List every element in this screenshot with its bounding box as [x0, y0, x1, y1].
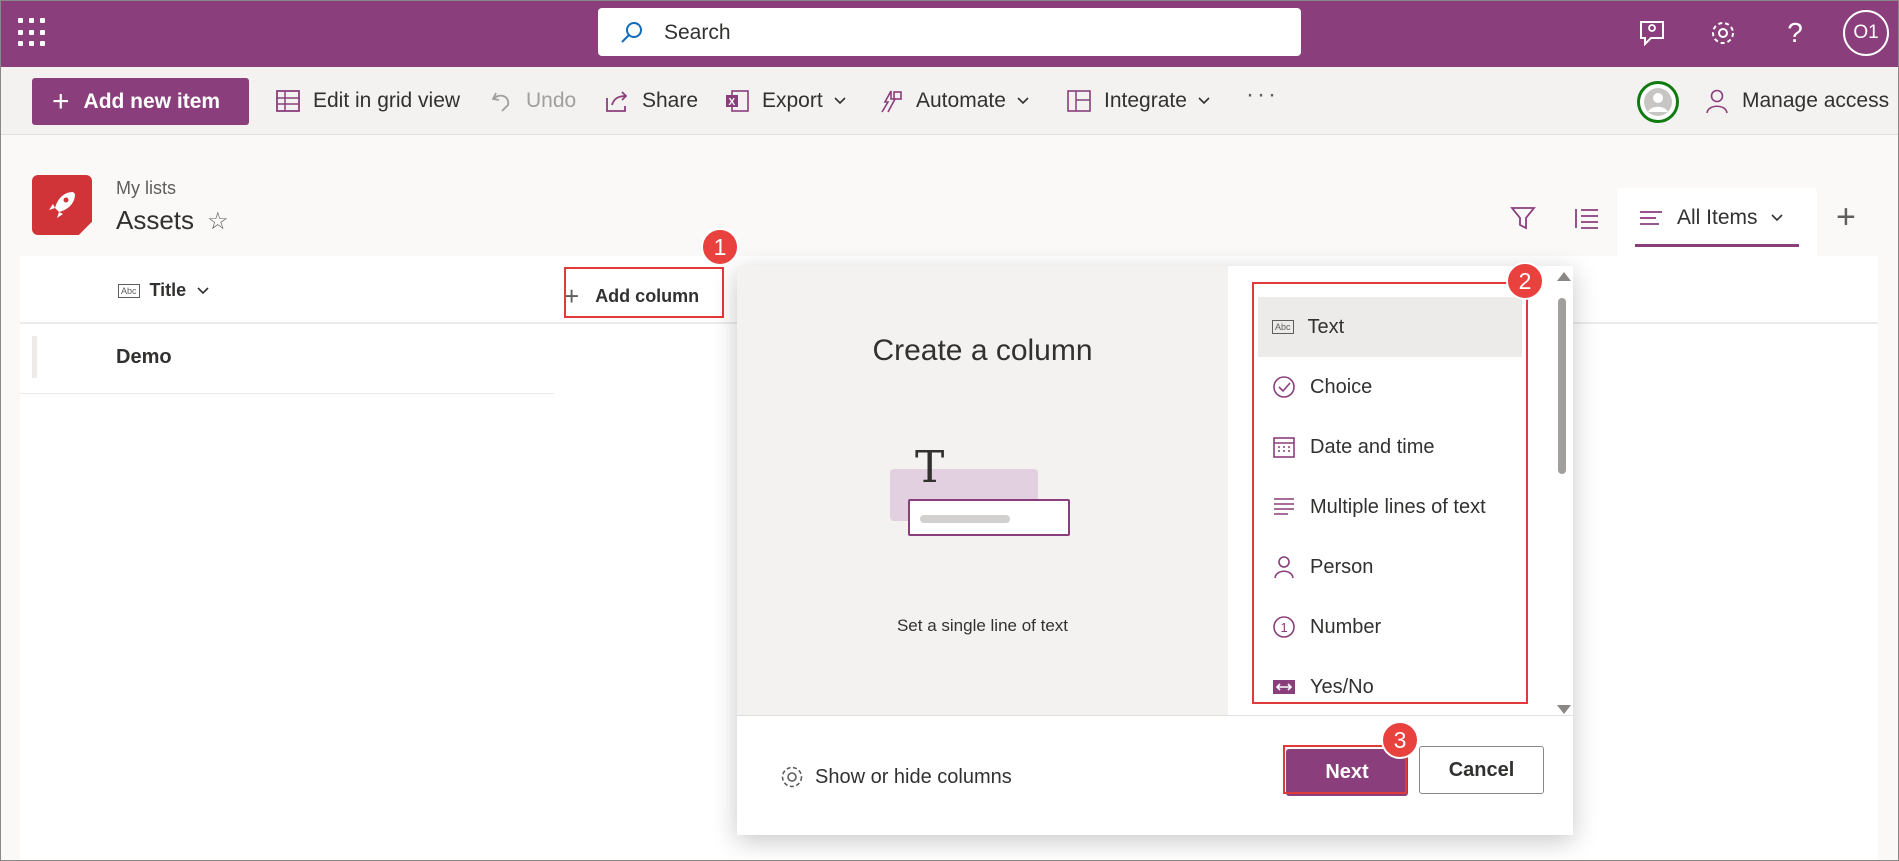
suite-bar: Search ? O1	[0, 0, 1899, 67]
gear-icon	[781, 766, 803, 788]
person-outline-icon	[1706, 89, 1728, 114]
edit-grid-label: Edit in grid view	[313, 89, 461, 112]
export-label: Export	[762, 89, 823, 112]
list-rocket-icon	[32, 175, 92, 235]
cancel-button[interactable]: Cancel	[1419, 746, 1544, 794]
step-badge-2: 2	[1506, 262, 1544, 300]
view-options-icon[interactable]	[1572, 204, 1600, 232]
type-description: Set a single line of text	[896, 616, 1069, 635]
excel-icon: X	[726, 90, 749, 112]
chevron-down-icon	[1770, 214, 1783, 222]
show-hide-label: Show or hide columns	[815, 765, 1012, 788]
chevron-down-icon	[1017, 97, 1029, 105]
integrate-button[interactable]: Integrate	[1066, 85, 1223, 117]
share-label: Share	[642, 89, 699, 112]
chevron-down-icon	[834, 97, 846, 105]
page-title: Assets	[116, 205, 195, 235]
list-view-icon	[1640, 211, 1662, 225]
user-presence-avatar[interactable]	[1637, 81, 1679, 123]
step-badge-3: 3	[1381, 721, 1419, 759]
account-avatar[interactable]: O1	[1843, 10, 1889, 56]
feedback-icon[interactable]	[1634, 15, 1670, 51]
row-selection-bar[interactable]	[32, 336, 37, 378]
automate-button[interactable]: Automate	[878, 85, 1042, 117]
illustration-textbox	[908, 499, 1070, 536]
add-view-icon[interactable]: +	[1836, 200, 1856, 234]
favorite-star-icon[interactable]: ☆	[207, 207, 229, 236]
filter-icon[interactable]	[1509, 204, 1537, 232]
panel-title: Create a column	[872, 334, 1093, 367]
undo-icon	[491, 92, 510, 112]
active-tab-indicator	[1635, 244, 1799, 247]
share-button[interactable]: Share	[604, 85, 698, 117]
highlight-add-column	[564, 267, 724, 318]
title-column-header[interactable]: Abc Title	[118, 280, 210, 301]
highlight-column-types	[1252, 282, 1528, 704]
manage-access-label: Manage access	[1742, 89, 1890, 112]
undo-button[interactable]: Undo	[490, 85, 576, 117]
app-launcher-icon[interactable]	[18, 18, 48, 48]
tab-all-items[interactable]: All Items	[1617, 188, 1817, 256]
table-row[interactable]: Demo	[20, 324, 554, 394]
integrate-label: Integrate	[1104, 89, 1187, 112]
panel-footer: Show or hide columns Next Cancel	[737, 715, 1573, 835]
title-column-label: Title	[149, 280, 187, 300]
share-icon	[606, 91, 628, 112]
row-title: Demo	[116, 346, 172, 368]
undo-label: Undo	[526, 89, 577, 112]
grid-icon	[276, 90, 300, 112]
settings-icon[interactable]	[1705, 15, 1741, 51]
scroll-up-arrow-icon[interactable]	[1557, 272, 1571, 281]
plus-icon: +	[52, 84, 70, 118]
help-icon[interactable]: ?	[1777, 15, 1813, 51]
svg-text:X: X	[729, 97, 736, 108]
step-badge-1: 1	[701, 228, 739, 266]
chevron-down-icon	[1198, 97, 1210, 105]
edit-grid-button[interactable]: Edit in grid view	[275, 85, 460, 117]
automate-label: Automate	[916, 89, 1006, 112]
view-name-label: All Items	[1677, 206, 1758, 229]
person-icon	[1644, 88, 1672, 116]
command-bar: + Add new item Edit in grid view Undo Sh…	[0, 67, 1899, 135]
search-box[interactable]: Search	[598, 8, 1301, 56]
chevron-down-icon	[197, 286, 209, 294]
add-new-item-label: Add new item	[83, 89, 221, 113]
text-column-icon: Abc	[118, 283, 140, 298]
breadcrumb[interactable]: My lists	[116, 178, 176, 199]
more-options-icon[interactable]: ···	[1246, 81, 1279, 109]
export-button[interactable]: X Export	[724, 85, 859, 117]
text-type-glyph-icon: T	[915, 442, 945, 493]
manage-access-button[interactable]: Manage access	[1704, 85, 1889, 117]
search-icon	[621, 22, 642, 43]
add-new-item-button[interactable]: + Add new item	[32, 78, 249, 125]
type-list-scrollbar[interactable]	[1555, 272, 1571, 714]
show-hide-columns-link[interactable]: Show or hide columns	[779, 764, 1012, 790]
scroll-down-arrow-icon[interactable]	[1557, 705, 1571, 714]
search-placeholder: Search	[664, 21, 731, 44]
integrate-icon	[1067, 90, 1091, 112]
panel-preview: Create a column T Set a single line of t…	[737, 266, 1228, 715]
automate-icon	[881, 90, 902, 113]
scroll-thumb[interactable]	[1558, 298, 1566, 474]
